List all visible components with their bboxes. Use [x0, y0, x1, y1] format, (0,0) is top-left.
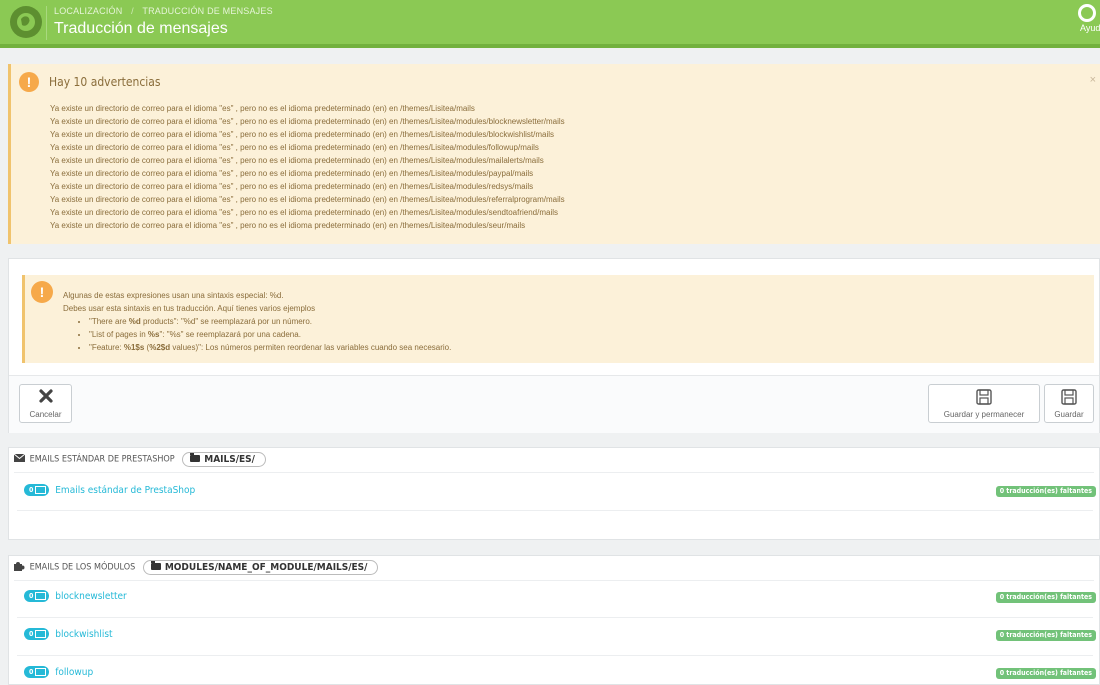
email-count-badge: 0 — [24, 628, 50, 640]
syntax-info-line1: Algunas de estas expresiones usan una si… — [63, 291, 284, 300]
panel-divider — [14, 472, 1094, 473]
cancel-label: Cancelar — [29, 410, 62, 419]
email-count-badge: 0 — [24, 590, 50, 602]
row-divider — [17, 655, 1093, 656]
cancel-button[interactable]: Cancelar — [19, 384, 72, 423]
save-and-stay-label: Guardar y permanecer — [943, 410, 1025, 419]
list-item[interactable]: 0 blockwishlist 0 traducción(es) faltant… — [24, 628, 1096, 644]
missing-translations-badge: 0 traducción(es) faltantes — [995, 630, 1096, 641]
envelope-icon — [35, 592, 47, 600]
breadcrumb: Localización / Traducción de mensajes — [54, 6, 273, 16]
syntax-info-text: Algunas de estas expresiones usan una si… — [63, 289, 451, 354]
warning-item: Ya existe un directorio de correo para e… — [50, 156, 544, 165]
warning-item: Ya existe un directorio de correo para e… — [50, 169, 534, 178]
lifebuoy-icon — [1078, 4, 1096, 22]
missing-translations-badge: 0 traducción(es) faltantes — [995, 486, 1096, 497]
standard-emails-panel: Emails estándar de PrestaShop MAILS/ES/ … — [8, 447, 1100, 540]
module-emails-panel: Emails de los módulos MODULES/NAME_OF_MO… — [8, 555, 1100, 685]
warnings-list: Ya existe un directorio de correo para e… — [50, 102, 565, 232]
module-emails-heading: Emails de los módulos MODULES/NAME_OF_MO… — [14, 560, 379, 580]
warning-item: Ya existe un directorio de correo para e… — [50, 117, 565, 126]
exclamation-icon: ! — [31, 281, 53, 303]
missing-translations-badge: 0 traducción(es) faltantes — [995, 592, 1096, 603]
breadcrumb-item-localizacion[interactable]: Localización — [54, 6, 122, 16]
warning-item: Ya existe un directorio de correo para e… — [50, 182, 534, 191]
warnings-title: Hay 10 advertencias — [49, 75, 161, 89]
warning-item: Ya existe un directorio de correo para e… — [50, 104, 475, 113]
close-icon — [20, 388, 71, 408]
puzzle-icon — [14, 561, 25, 574]
modules-path-badge: MODULES/NAME_OF_MODULE/MAILS/ES/ — [142, 560, 379, 575]
syntax-example-2: "List of pages in %s": "%s" se reemplaza… — [89, 328, 451, 341]
breadcrumb-item-traduccion[interactable]: Traducción de mensajes — [142, 6, 272, 16]
standard-emails-heading: Emails estándar de PrestaShop MAILS/ES/ — [13, 452, 266, 472]
email-count-badge: 0 — [24, 484, 50, 496]
help-label: Ayuda — [1080, 23, 1100, 33]
syntax-examples-list: "There are %d products": "%d" se reempla… — [63, 315, 451, 354]
envelope-icon — [35, 630, 47, 638]
exclamation-icon: ! — [19, 72, 39, 92]
prestashop-logo-icon[interactable] — [10, 6, 42, 38]
warning-item: Ya existe un directorio de correo para e… — [50, 130, 554, 139]
envelope-icon — [35, 668, 47, 676]
close-icon[interactable]: × — [1090, 74, 1096, 86]
header-divider — [46, 6, 47, 40]
save-label: Guardar — [1054, 410, 1084, 419]
module-link-blocknewsletter[interactable]: blocknewsletter — [55, 591, 126, 602]
panel-divider — [14, 580, 1094, 581]
module-link-followup[interactable]: followup — [55, 667, 93, 678]
header-bar: Localización / Traducción de mensajes Tr… — [0, 0, 1100, 48]
warning-item: Ya existe un directorio de correo para e… — [50, 208, 559, 217]
row-divider — [17, 617, 1093, 618]
mails-path-badge: MAILS/ES/ — [182, 452, 266, 467]
envelope-icon — [35, 486, 47, 494]
floppy-disk-icon — [1045, 388, 1093, 408]
page-title: Traducción de mensajes — [54, 20, 228, 37]
syntax-example-1: "There are %d products": "%d" se reempla… — [89, 315, 451, 328]
missing-translations-badge: 0 traducción(es) faltantes — [995, 668, 1096, 679]
help-button[interactable]: Ayuda — [1074, 4, 1100, 42]
save-button[interactable]: Guardar — [1044, 384, 1094, 423]
warning-item: Ya existe un directorio de correo para e… — [50, 143, 539, 152]
form-toolbar: Cancelar Guardar y permanecer Guardar — [9, 375, 1099, 433]
email-count-badge: 0 — [24, 666, 50, 678]
list-item[interactable]: 0 Emails estándar de PrestaShop 0 traduc… — [24, 484, 1096, 500]
floppy-disk-icon — [929, 388, 1039, 408]
warning-item: Ya existe un directorio de correo para e… — [50, 221, 526, 230]
syntax-info-alert: ! Algunas de estas expresiones usan una … — [22, 275, 1094, 363]
warnings-alert: ! Hay 10 advertencias × Ya existe un dir… — [8, 64, 1100, 244]
folder-icon — [150, 561, 161, 570]
breadcrumb-separator: / — [131, 6, 134, 16]
save-and-stay-button[interactable]: Guardar y permanecer — [928, 384, 1040, 423]
syntax-info-line2: Debes usar esta sintaxis en tus traducci… — [63, 304, 316, 313]
email-group-link[interactable]: Emails estándar de PrestaShop — [55, 485, 195, 496]
syntax-example-3: "Feature: %1$s (%2$d values)": Los númer… — [89, 341, 451, 354]
list-item[interactable]: 0 blocknewsletter 0 traducción(es) falta… — [24, 590, 1096, 606]
translation-panel: ! Algunas de estas expresiones usan una … — [8, 258, 1100, 433]
envelope-icon — [13, 453, 26, 465]
folder-icon — [190, 453, 201, 462]
module-link-blockwishlist[interactable]: blockwishlist — [55, 629, 112, 640]
warning-item: Ya existe un directorio de correo para e… — [50, 195, 565, 204]
row-divider — [17, 510, 1093, 511]
